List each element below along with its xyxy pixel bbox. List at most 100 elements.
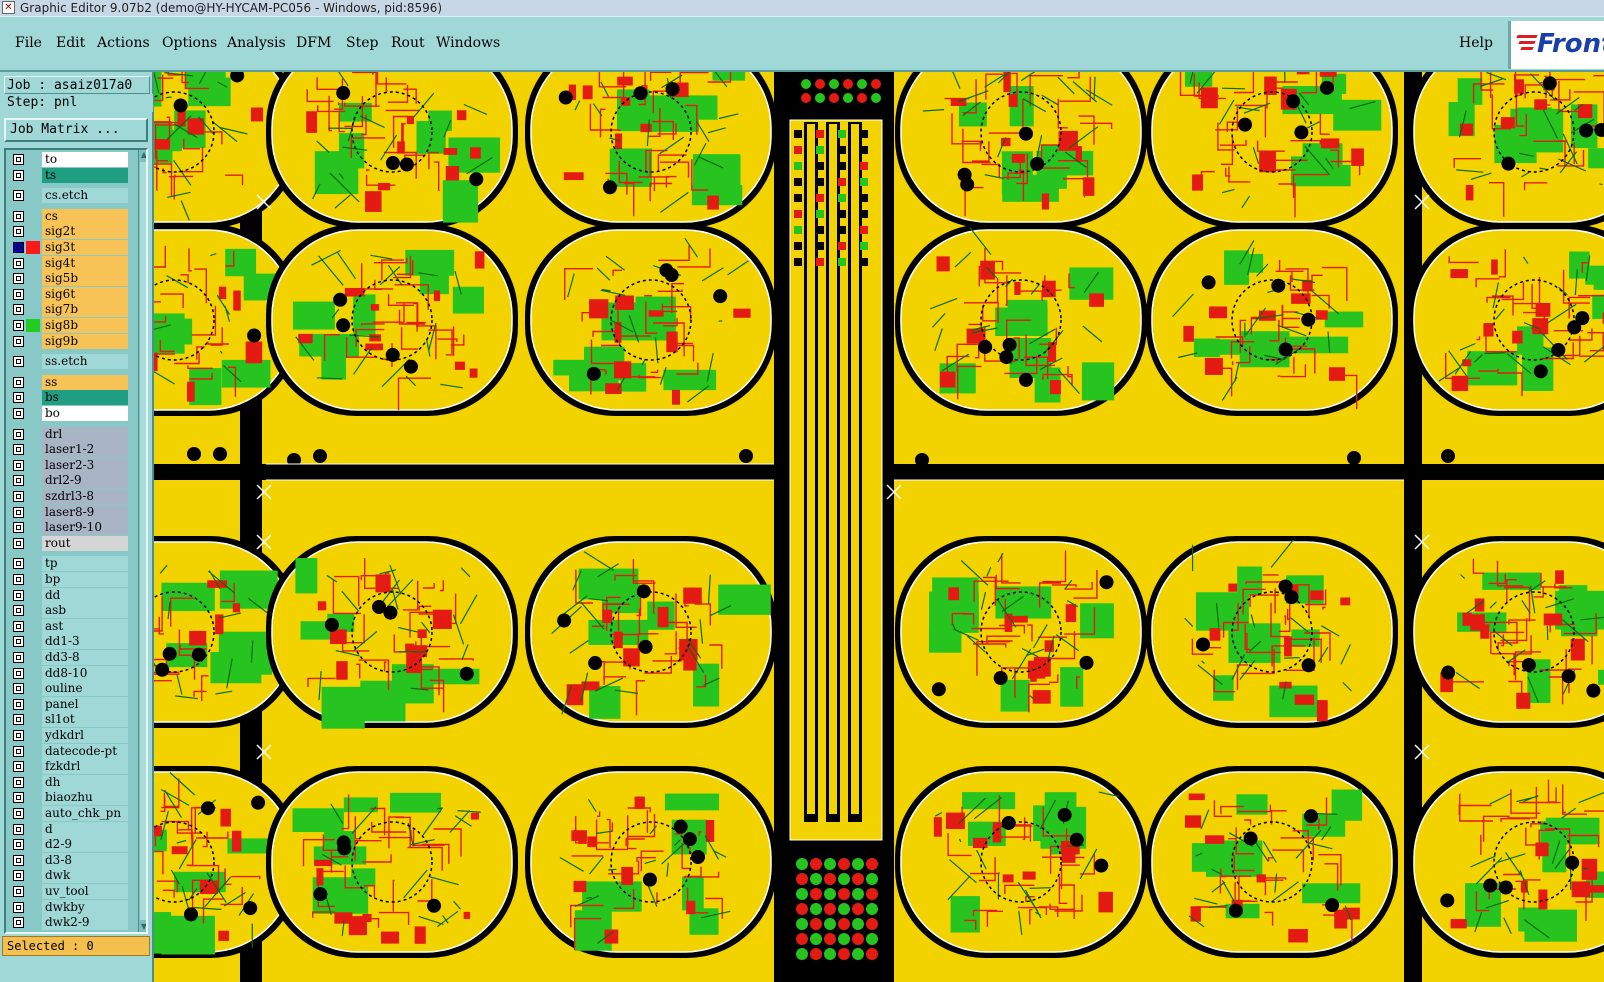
layer-row-ss[interactable]: ss [8, 374, 128, 390]
layer-color-swatch[interactable] [26, 823, 40, 836]
layer-name[interactable]: laser8-9 [42, 504, 128, 520]
layer-name[interactable]: laser2-3 [42, 457, 128, 473]
layer-row-drl2-9[interactable]: drl2-9 [8, 473, 128, 489]
layer-color-swatch[interactable] [26, 776, 40, 789]
layer-name[interactable]: tp [42, 556, 128, 572]
layer-row-sig8b[interactable]: sig8b [8, 318, 128, 333]
layer-row-bo[interactable]: bo [8, 406, 128, 421]
layer-color-swatch[interactable] [26, 459, 40, 472]
layer-checkbox[interactable] [13, 683, 24, 695]
layer-color-swatch[interactable] [26, 335, 40, 348]
menu-actions[interactable]: Actions [97, 35, 150, 51]
layer-name[interactable]: ts [42, 167, 128, 183]
layer-color-swatch[interactable] [26, 838, 40, 851]
layer-checkbox[interactable] [13, 154, 24, 165]
layer-color-swatch[interactable] [26, 869, 40, 882]
menu-help[interactable]: Help [1459, 35, 1493, 51]
layer-row-biaozhu[interactable]: biaozhu [8, 790, 128, 806]
scroll-down-icon[interactable]: ▼ [139, 922, 146, 932]
layer-name[interactable]: ss [42, 374, 128, 390]
layer-color-swatch[interactable] [26, 916, 40, 929]
layer-color-swatch[interactable] [26, 557, 40, 570]
layer-row-dd1-3[interactable]: dd1-3 [8, 634, 128, 650]
scroll-up-icon[interactable]: ▲ [139, 150, 146, 160]
layer-name[interactable]: ast [42, 618, 128, 634]
layer-name[interactable]: datecode-pt [42, 743, 128, 759]
layer-row-uv-tool[interactable]: uv_tool [8, 884, 128, 899]
layer-checkbox[interactable] [13, 652, 24, 663]
layer-checkbox[interactable] [13, 408, 24, 419]
layer-row-bs[interactable]: bs [8, 390, 128, 406]
pcb-panel-view[interactable] [154, 72, 1604, 982]
layer-checkbox[interactable] [13, 537, 24, 549]
layer-checkbox[interactable] [13, 491, 24, 502]
layer-name[interactable]: ss.etch [42, 354, 128, 370]
layer-row-sig2t[interactable]: sig2t [8, 224, 128, 240]
layer-color-swatch[interactable] [26, 573, 40, 586]
layer-color-swatch[interactable] [26, 319, 40, 332]
layer-row-dd8-10[interactable]: dd8-10 [8, 665, 128, 681]
layer-color-swatch[interactable] [26, 506, 40, 519]
layer-row-to[interactable]: to [8, 152, 128, 167]
layer-name[interactable]: d [42, 821, 128, 837]
layer-name[interactable]: bo [42, 406, 128, 421]
layer-row-datecode-pt[interactable]: datecode-pt [8, 743, 128, 759]
job-matrix-button[interactable]: Job Matrix ... [4, 118, 148, 142]
layer-row-panel[interactable]: panel [8, 696, 128, 712]
layer-name[interactable]: sig3t [42, 240, 128, 255]
layer-row-cs[interactable]: cs [8, 208, 128, 224]
layer-color-swatch[interactable] [26, 169, 40, 182]
layer-name[interactable]: dwk [42, 868, 128, 884]
layer-color-swatch[interactable] [26, 376, 40, 389]
layer-row-dwkby[interactable]: dwkby [8, 899, 128, 915]
layer-checkbox[interactable] [13, 273, 24, 285]
layer-name[interactable]: d3-8 [42, 852, 128, 868]
layer-row-sig6t[interactable]: sig6t [8, 286, 128, 302]
layer-checkbox[interactable] [13, 761, 24, 773]
layer-checkbox[interactable] [13, 356, 24, 368]
layer-checkbox[interactable] [13, 459, 24, 471]
layer-row-ast[interactable]: ast [8, 618, 128, 634]
layer-checkbox[interactable] [13, 776, 24, 788]
layer-name[interactable]: ouline [42, 681, 128, 697]
layer-checkbox[interactable] [13, 304, 24, 316]
layer-checkbox[interactable] [13, 169, 24, 181]
layer-color-swatch[interactable] [26, 521, 40, 534]
layer-row-sl1ot[interactable]: sl1ot [8, 712, 128, 728]
layer-color-swatch[interactable] [26, 604, 40, 617]
layer-color-swatch[interactable] [26, 537, 40, 550]
layer-name[interactable]: sig2t [42, 224, 128, 240]
layer-name[interactable]: sig5b [42, 271, 128, 287]
layer-name[interactable]: asb [42, 603, 128, 619]
layer-checkbox[interactable] [13, 917, 24, 929]
layer-color-swatch[interactable] [26, 288, 40, 301]
layer-checkbox[interactable] [13, 636, 24, 648]
layer-name[interactable]: sig8b [42, 318, 128, 333]
layer-row-ydkdrl[interactable]: ydkdrl [8, 728, 128, 743]
layer-name[interactable]: bp [42, 572, 128, 587]
layer-row-dd3-8[interactable]: dd3-8 [8, 650, 128, 665]
layer-checkbox[interactable] [13, 698, 24, 710]
layer-row-d[interactable]: d [8, 821, 128, 837]
layer-row-dd[interactable]: dd [8, 587, 128, 603]
layer-name[interactable]: dd3-8 [42, 650, 128, 665]
layer-color-swatch[interactable] [26, 210, 40, 223]
menu-dfm[interactable]: DFM [296, 35, 331, 51]
layer-color-swatch[interactable] [26, 272, 40, 285]
layer-checkbox[interactable] [13, 506, 24, 518]
layer-color-swatch[interactable] [26, 760, 40, 773]
menu-step[interactable]: Step [346, 35, 378, 51]
layer-checkbox[interactable] [13, 392, 24, 404]
layer-color-swatch[interactable] [26, 474, 40, 487]
layer-checkbox[interactable] [13, 210, 24, 222]
layer-color-swatch[interactable] [26, 490, 40, 503]
layer-name[interactable]: szdrl3-8 [42, 489, 128, 504]
layer-row-ts[interactable]: ts [8, 167, 128, 183]
layer-color-swatch[interactable] [26, 589, 40, 602]
layer-row-tp[interactable]: tp [8, 556, 128, 572]
layer-checkbox[interactable] [13, 242, 24, 253]
layer-name[interactable]: d2-9 [42, 837, 128, 853]
layer-row-cs-etch[interactable]: cs.etch [8, 188, 128, 204]
layer-row-fzkdrl[interactable]: fzkdrl [8, 759, 128, 775]
layer-color-swatch[interactable] [26, 257, 40, 270]
